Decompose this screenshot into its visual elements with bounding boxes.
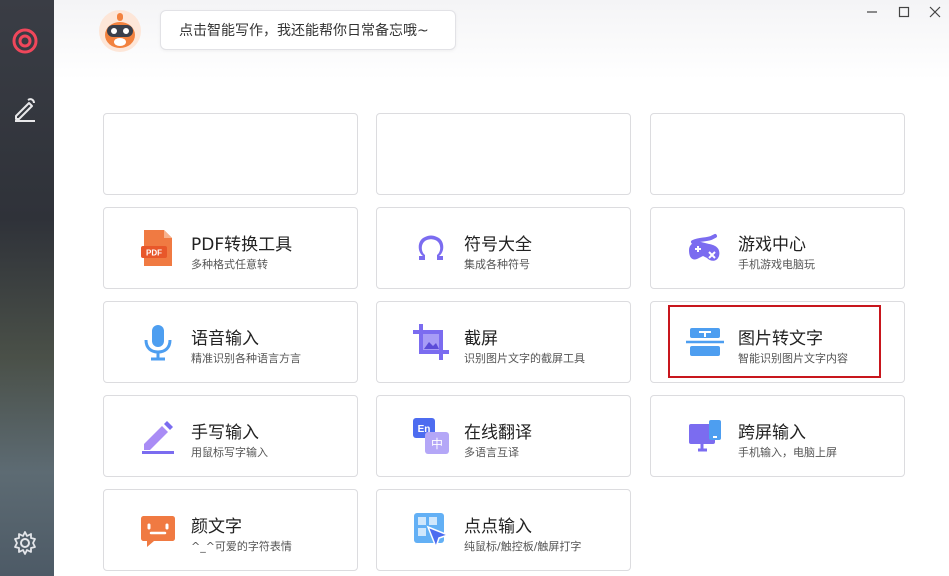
tool-card-voice[interactable]: 语音输入 精准识别各种语言方言 [103,301,358,383]
tool-card-symbols[interactable]: 符号大全 集成各种符号 [376,207,631,289]
tool-subtitle: 智能识别图片文字内容 [738,352,848,365]
pdf-icon: PDF [138,228,178,268]
empty-card [650,113,905,195]
tool-title: 图片转文字 [738,329,823,349]
tool-title: 跨屏输入 [738,423,806,443]
tool-subtitle: 多语言互译 [464,446,519,459]
pen-icon [138,416,178,456]
cross-screen-icon [685,416,725,456]
app-logo-icon[interactable] [10,26,40,56]
tool-card-image-to-text[interactable]: 图片转文字 智能识别图片文字内容 [650,301,905,383]
assistant-tip-text: 点击智能写作，我还能帮你日常备忘哦~ [179,23,429,39]
tool-title: 语音输入 [191,329,259,349]
tool-card-cross-screen[interactable]: 跨屏输入 手机输入，电脑上屏 [650,395,905,477]
tool-subtitle: 识别图片文字的截屏工具 [464,352,585,365]
tool-subtitle: ^_^可爱的字符表情 [191,540,292,553]
tool-subtitle: 用鼠标写字输入 [191,446,268,459]
svg-text:PDF: PDF [146,249,162,258]
translate-icon: En 中 [411,416,451,456]
settings-icon[interactable] [10,528,40,558]
tool-subtitle: 多种格式任意转 [191,258,268,271]
tool-title: 截屏 [464,329,498,349]
write-icon[interactable] [10,94,40,124]
tool-card-click-input[interactable]: 点点输入 纯鼠标/触控板/触屏打字 [376,489,631,571]
tool-subtitle: 精准识别各种语言方言 [191,352,301,365]
maximize-icon[interactable] [892,2,916,22]
screenshot-icon [411,322,451,362]
sidebar [0,0,54,576]
microphone-icon [138,322,178,362]
tool-subtitle: 纯鼠标/触控板/触屏打字 [464,540,582,553]
tool-card-games[interactable]: 游戏中心 手机游戏电脑玩 [650,207,905,289]
tool-title: 点点输入 [464,517,532,537]
tool-card-emoticon[interactable]: 颜文字 ^_^可爱的字符表情 [103,489,358,571]
tool-title: 手写输入 [191,423,259,443]
empty-card [103,113,358,195]
image-to-text-icon [685,322,725,362]
tool-title: 在线翻译 [464,423,532,443]
tool-title: 颜文字 [191,517,242,537]
tool-title: PDF转换工具 [191,235,293,255]
tool-card-screenshot[interactable]: 截屏 识别图片文字的截屏工具 [376,301,631,383]
assistant-avatar[interactable] [98,9,142,53]
empty-card [376,113,631,195]
gamepad-icon [685,228,725,268]
main-panel: 点击智能写作，我还能帮你日常备忘哦~ PDF PDF转换工具 多种格式任意转 符… [54,0,949,576]
tool-title: 游戏中心 [738,235,806,255]
tool-card-handwriting[interactable]: 手写输入 用鼠标写字输入 [103,395,358,477]
minimize-icon[interactable] [860,2,884,22]
tool-card-pdf[interactable]: PDF PDF转换工具 多种格式任意转 [103,207,358,289]
close-icon[interactable] [923,2,947,22]
tool-subtitle: 集成各种符号 [464,258,530,271]
tool-title: 符号大全 [464,235,532,255]
tool-card-translate[interactable]: En 中 在线翻译 多语言互译 [376,395,631,477]
svg-text:中: 中 [431,436,443,451]
omega-icon [411,228,451,268]
tool-subtitle: 手机游戏电脑玩 [738,258,815,271]
tool-subtitle: 手机输入，电脑上屏 [738,446,837,459]
emoticon-icon [138,510,178,550]
assistant-tip-bubble[interactable]: 点击智能写作，我还能帮你日常备忘哦~ [160,10,456,50]
click-input-icon [411,510,451,550]
